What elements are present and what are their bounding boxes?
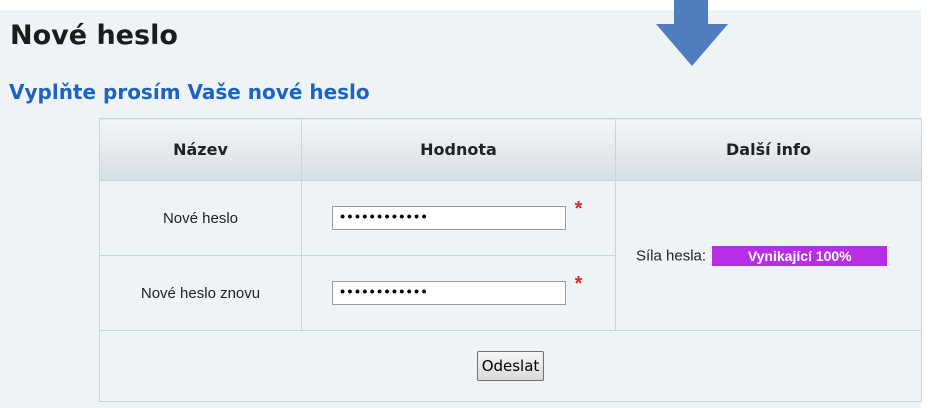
new-password-field[interactable]	[332, 206, 567, 230]
strength-label: Síla hesla:	[636, 247, 707, 264]
column-header-info: Další info	[615, 118, 922, 181]
required-asterisk: *	[574, 273, 583, 295]
column-header-name: Název	[99, 118, 302, 181]
confirm-password-field[interactable]	[332, 281, 567, 305]
password-form-table: Název Hodnota Další info Nové heslo * Sí…	[99, 118, 922, 402]
page-title: Nové heslo	[10, 20, 178, 51]
submit-cell: Odeslat	[99, 330, 922, 402]
confirm-password-cell: *	[301, 255, 616, 331]
table-row: Nové heslo * Síla hesla: Vynikající 100%	[99, 180, 922, 331]
required-asterisk: *	[574, 198, 583, 220]
table-header-row: Název Hodnota Další info	[99, 118, 922, 181]
table-row: Odeslat	[99, 330, 922, 402]
form-subtitle: Vyplňte prosím Vaše nové heslo	[9, 80, 370, 104]
submit-button[interactable]: Odeslat	[476, 351, 545, 381]
new-password-cell: *	[301, 180, 616, 256]
new-password-label: Nové heslo	[99, 180, 302, 256]
strength-badge: Vynikající 100%	[712, 245, 888, 266]
confirm-password-label: Nové heslo znovu	[99, 255, 302, 331]
column-header-value: Hodnota	[301, 118, 616, 181]
down-arrow-icon	[652, 0, 732, 70]
password-strength-info: Síla hesla: Vynikající 100%	[615, 180, 922, 331]
